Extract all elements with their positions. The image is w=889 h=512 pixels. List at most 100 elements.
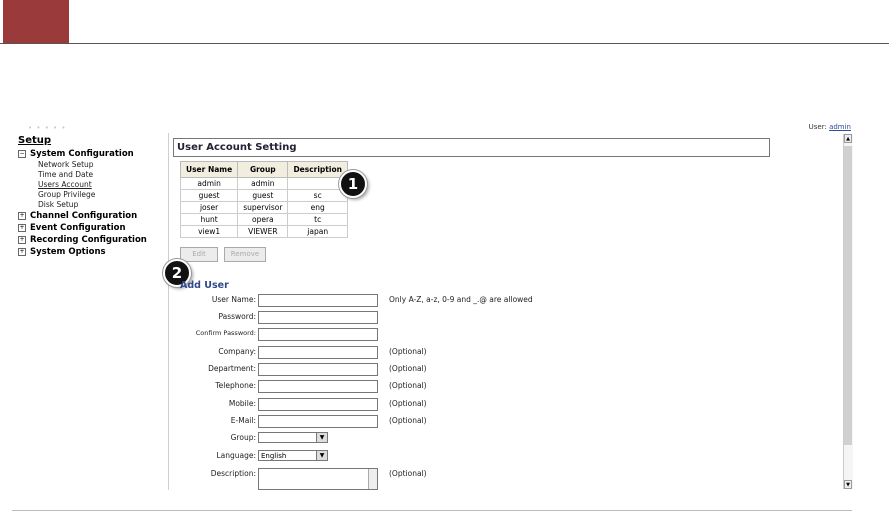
sidebar-item-time-and-date[interactable]: Time and Date <box>18 170 168 180</box>
form-row-company: Company: <box>173 345 256 358</box>
sidebar-section-label: System Options <box>30 247 106 257</box>
chevron-down-icon[interactable]: ▼ <box>316 433 327 442</box>
form-row-telephone: Telephone: <box>173 379 256 392</box>
sidebar-item-disk-setup[interactable]: Disk Setup <box>18 200 168 210</box>
department-field[interactable] <box>258 363 378 376</box>
expand-icon: + <box>18 223 26 232</box>
cell-description: sc <box>287 189 348 202</box>
sidebar-item-group-privilege[interactable]: Group Privilege <box>18 190 168 200</box>
page-title: User Account Setting <box>177 142 297 153</box>
telephone-label: Telephone: <box>215 381 256 390</box>
cell-group: supervisor <box>237 201 289 214</box>
top-breadcrumb-dots: • • • • • <box>28 124 67 132</box>
sidebar-divider <box>168 133 169 490</box>
description-optional-note: (Optional) <box>389 469 427 478</box>
cell-group: guest <box>237 189 289 202</box>
mobile-optional-note: (Optional) <box>389 399 427 408</box>
email-label: E-Mail: <box>230 416 256 425</box>
company-field[interactable] <box>258 346 378 359</box>
header-divider <box>0 43 889 44</box>
form-row-language: Language: <box>173 449 256 462</box>
cell-user-name: guest <box>179 189 239 202</box>
table-header-row: User Name Group Description <box>179 161 348 178</box>
table-row[interactable]: hunt opera tc <box>179 213 348 226</box>
cell-description: japan <box>287 225 348 238</box>
language-select[interactable]: English ▼ <box>258 450 328 461</box>
telephone-optional-note: (Optional) <box>389 381 427 390</box>
sidebar-item-system-options[interactable]: + System Options <box>18 246 168 258</box>
description-textarea[interactable] <box>258 468 378 490</box>
sidebar-section-label: Event Configuration <box>30 223 126 233</box>
form-row-mobile: Mobile: <box>173 397 256 410</box>
remove-button[interactable]: Remove <box>224 247 266 262</box>
mobile-label: Mobile: <box>228 399 256 408</box>
scroll-thumb[interactable] <box>844 146 852 445</box>
user-name-field[interactable] <box>258 294 378 307</box>
password-label: Password: <box>218 312 256 321</box>
form-row-password: Password: <box>173 310 256 323</box>
form-row-description: Description: <box>173 467 256 480</box>
column-header-description: Description <box>287 161 348 178</box>
page-scrollbar[interactable]: ▲ ▼ <box>843 134 853 489</box>
form-row-confirm-password: Confirm Password: <box>173 327 256 340</box>
scroll-down-icon[interactable]: ▼ <box>844 480 852 489</box>
form-row-group: Group: <box>173 431 256 444</box>
telephone-field[interactable] <box>258 380 378 393</box>
company-label: Company: <box>218 347 256 356</box>
email-optional-note: (Optional) <box>389 416 427 425</box>
group-select[interactable]: ▼ <box>258 432 328 443</box>
callout-marker-1: 1 <box>339 170 367 198</box>
scroll-up-icon[interactable]: ▲ <box>844 134 852 143</box>
confirm-password-label: Confirm Password: <box>195 329 256 337</box>
form-row-email: E-Mail: <box>173 414 256 427</box>
chevron-down-icon[interactable]: ▼ <box>316 451 327 460</box>
sidebar-section-label: Recording Configuration <box>30 235 147 245</box>
textarea-scrollbar[interactable] <box>368 469 377 489</box>
sidebar: Setup − System Configuration Network Setu… <box>18 135 168 258</box>
cell-group: VIEWER <box>237 225 289 238</box>
sidebar-item-channel-configuration[interactable]: + Channel Configuration <box>18 210 168 222</box>
expand-icon: + <box>18 247 26 256</box>
main-content: User Account Setting User Name Group Des… <box>163 133 843 490</box>
collapse-icon: − <box>18 149 26 158</box>
expand-icon: + <box>18 211 26 220</box>
email-field[interactable] <box>258 415 378 428</box>
edit-button[interactable]: Edit <box>180 247 218 262</box>
column-header-group: Group <box>237 161 289 178</box>
confirm-password-field[interactable] <box>258 328 378 341</box>
sidebar-item-recording-configuration[interactable]: + Recording Configuration <box>18 234 168 246</box>
sidebar-item-users-account[interactable]: Users Account <box>18 180 168 190</box>
add-user-heading: Add User <box>180 280 229 291</box>
cell-user-name: hunt <box>179 213 239 226</box>
users-table: User Name Group Description admin admin g… <box>179 161 348 238</box>
table-row[interactable]: admin admin <box>179 177 348 190</box>
form-row-user-name: User Name: <box>173 293 256 306</box>
language-label: Language: <box>216 451 256 460</box>
group-label: Group: <box>230 433 256 442</box>
cell-user-name: joser <box>179 201 239 214</box>
table-row[interactable]: view1 VIEWER japan <box>179 225 348 238</box>
header-logo-block <box>3 0 69 44</box>
company-optional-note: (Optional) <box>389 347 427 356</box>
sidebar-item-network-setup[interactable]: Network Setup <box>18 160 168 170</box>
footer-divider <box>12 510 852 511</box>
cell-user-name: view1 <box>179 225 239 238</box>
user-name-label: User Name: <box>211 295 256 304</box>
sidebar-section-label: Channel Configuration <box>30 211 138 221</box>
page-title-bar: User Account Setting <box>173 138 770 157</box>
cell-description: eng <box>287 201 348 214</box>
cell-group: admin <box>237 177 289 190</box>
user-link[interactable]: admin <box>829 123 851 131</box>
language-select-value: English <box>261 452 287 460</box>
cell-group: opera <box>237 213 289 226</box>
user-name-hint: Only A-Z, a-z, 0-9 and _.@ are allowed <box>389 295 533 304</box>
password-field[interactable] <box>258 311 378 324</box>
table-row[interactable]: joser supervisor eng <box>179 201 348 214</box>
sidebar-item-event-configuration[interactable]: + Event Configuration <box>18 222 168 234</box>
department-optional-note: (Optional) <box>389 364 427 373</box>
mobile-field[interactable] <box>258 398 378 411</box>
sidebar-setup-title[interactable]: Setup <box>18 135 168 146</box>
table-row[interactable]: guest guest sc <box>179 189 348 202</box>
form-row-department: Department: <box>173 362 256 375</box>
sidebar-item-system-configuration[interactable]: − System Configuration <box>18 148 168 160</box>
